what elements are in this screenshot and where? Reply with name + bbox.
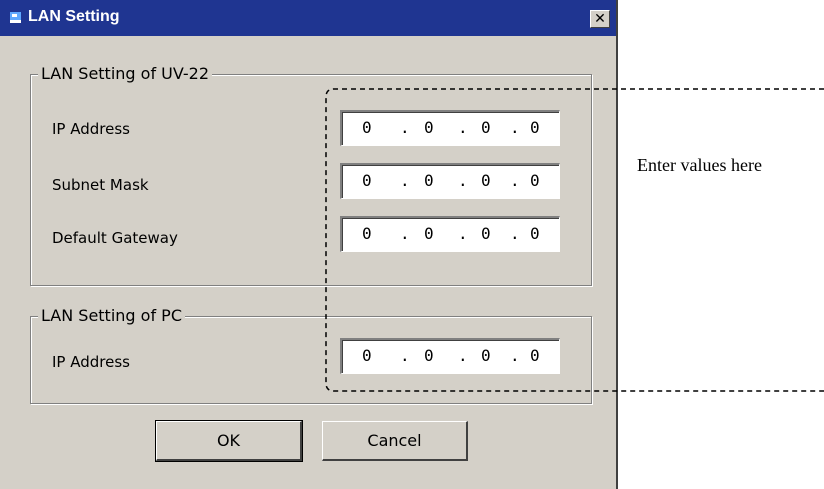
annotation-label: Enter values here bbox=[637, 155, 762, 175]
octet: 0 bbox=[424, 346, 434, 365]
octet: 0 bbox=[530, 346, 540, 365]
dot: . bbox=[510, 346, 520, 365]
octet: 0 bbox=[362, 346, 372, 365]
dot: . bbox=[458, 346, 468, 365]
pc-group-legend: LAN Setting of PC bbox=[38, 307, 185, 325]
pc-ip-address-input[interactable]: 0 . 0 . 0 . 0 bbox=[340, 338, 560, 374]
octet: 0 bbox=[481, 346, 491, 365]
ok-button[interactable]: OK bbox=[155, 420, 303, 462]
cancel-button[interactable]: Cancel bbox=[322, 421, 468, 461]
lan-setting-dialog: LAN Setting ✕ LAN Setting of UV-22 IP Ad… bbox=[0, 0, 618, 489]
dot: . bbox=[400, 346, 410, 365]
pc-ip-address-label: IP Address bbox=[52, 353, 130, 371]
pc-settings-group: LAN Setting of PC IP Address 0 . 0 . 0 .… bbox=[0, 0, 616, 489]
